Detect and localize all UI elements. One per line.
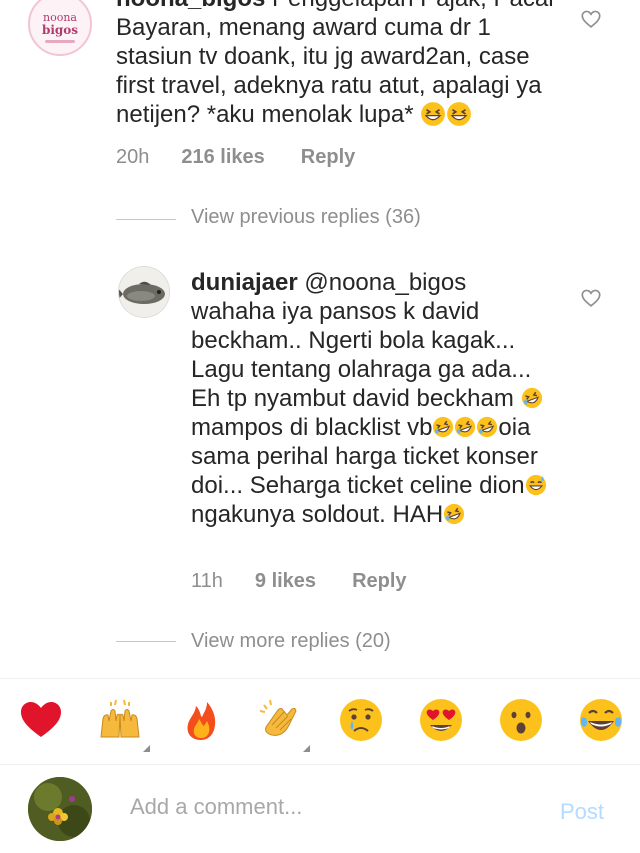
raising-hands-icon[interactable] <box>97 697 143 743</box>
clapping-hands-icon[interactable] <box>258 697 304 743</box>
reply-button[interactable]: Reply <box>301 146 355 169</box>
reply-mention[interactable]: @noona_bigos <box>304 269 466 296</box>
avatar-logo-underline <box>45 39 75 43</box>
reply-text-part-4: ngakunya soldout. HAH <box>191 501 444 528</box>
avatar-logo-text-top: noona <box>43 10 77 24</box>
add-comment-input[interactable] <box>128 793 532 821</box>
reply-likes[interactable]: 9 likes <box>255 570 316 593</box>
variant-indicator-icon <box>303 745 310 752</box>
rolling-laughing-face-icon <box>444 503 465 525</box>
reply-button[interactable]: Reply <box>352 570 406 593</box>
like-heart-icon[interactable] <box>580 8 602 30</box>
grinning-sweat-face-icon <box>525 474 546 496</box>
surprised-face-icon[interactable] <box>498 697 544 743</box>
comment-composer: Post <box>0 764 640 853</box>
fish-photo-icon <box>119 267 169 317</box>
comment-time: 20h <box>116 146 150 168</box>
reply-body: duniajaer @noona_bigos wahaha iya pansos… <box>191 268 561 529</box>
red-heart-icon[interactable] <box>18 697 64 743</box>
grinning-squint-face-icon <box>421 102 446 126</box>
rolling-laughing-face-icon <box>455 416 476 438</box>
reply-text-part-1: wahaha iya pansos k david beckham.. Nger… <box>191 298 532 412</box>
comments-screen: noona bigos noona_bigos Penggelapan Paja… <box>0 0 640 853</box>
variant-indicator-icon <box>143 745 150 752</box>
comment-username[interactable]: noona_bigos <box>116 0 265 12</box>
rolling-laughing-face-icon <box>433 416 454 438</box>
view-previous-replies-button[interactable]: View previous replies (36) <box>191 206 421 229</box>
flower-photo-icon <box>28 777 92 841</box>
view-replies-divider <box>116 219 176 220</box>
avatar[interactable]: noona bigos <box>28 0 92 56</box>
grinning-squint-face-icon <box>447 102 472 126</box>
rolling-laughing-face-icon <box>477 416 498 438</box>
comment-likes[interactable]: 216 likes <box>181 146 264 169</box>
like-heart-icon[interactable] <box>580 287 602 309</box>
rolling-laughing-face-icon <box>521 387 542 409</box>
view-more-replies-button[interactable]: View more replies (20) <box>191 630 391 653</box>
reply-meta: 11h 9 likes Reply <box>191 570 407 593</box>
comment-meta: 20h 216 likes Reply <box>116 146 355 169</box>
comment-body: noona_bigos Penggelapan Pajak, Pacar Bay… <box>116 0 566 129</box>
reply-username[interactable]: duniajaer <box>191 269 298 296</box>
reply-time: 11h <box>191 570 223 592</box>
post-button[interactable]: Post <box>560 799 604 825</box>
fire-icon[interactable] <box>178 697 224 743</box>
view-replies-divider <box>116 641 176 642</box>
avatar[interactable] <box>28 777 92 841</box>
emoji-reaction-bar <box>0 678 640 764</box>
tears-of-joy-face-icon[interactable] <box>578 697 624 743</box>
reply-text-part-2: mampos di blacklist vb <box>191 414 433 441</box>
heart-eyes-face-icon[interactable] <box>418 697 464 743</box>
avatar-logo-text-bottom: bigos <box>41 22 79 37</box>
comment-text: Penggelapan Pajak, Pacar Bayaran, menang… <box>116 0 556 128</box>
crying-face-icon[interactable] <box>338 697 384 743</box>
avatar[interactable] <box>118 266 170 318</box>
